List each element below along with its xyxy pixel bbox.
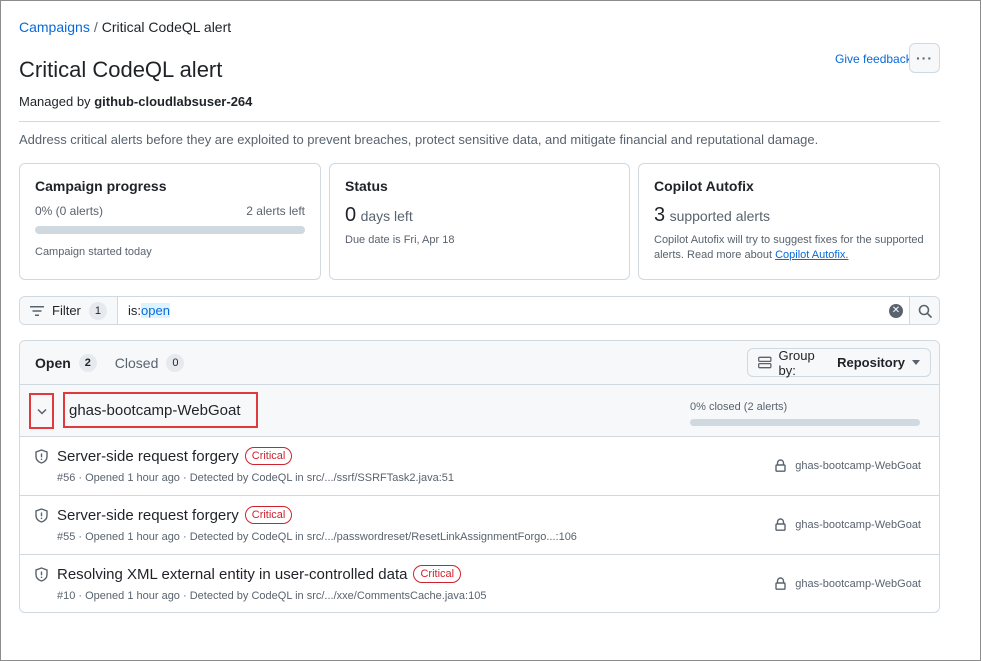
alert-row[interactable]: Server-side request forgery Critical #56… xyxy=(20,437,939,496)
autofix-count-value: 3 xyxy=(654,204,666,226)
alert-repository-name: ghas-bootcamp-WebGoat xyxy=(795,518,921,531)
tab-closed-label: Closed xyxy=(114,354,159,371)
alert-meta: #10 · Opened 1 hour ago · Detected by Co… xyxy=(57,590,487,602)
query-key: is: xyxy=(128,303,141,318)
search-icon xyxy=(918,304,932,318)
campaign-progress-card: Campaign progress 0% (0 alerts) 2 alerts… xyxy=(19,163,321,280)
alert-title-link[interactable]: Server-side request forgery xyxy=(57,507,239,524)
group-rows-icon xyxy=(758,356,772,369)
search-button[interactable] xyxy=(909,297,939,324)
campaign-description: Address critical alerts before they are … xyxy=(19,132,819,147)
tab-open[interactable]: Open 2 xyxy=(35,353,97,372)
breadcrumb-campaigns-link[interactable]: Campaigns xyxy=(19,19,90,35)
breadcrumb-current: Critical CodeQL alert xyxy=(101,19,232,35)
alert-title-line: Server-side request forgery Critical xyxy=(57,506,293,524)
group-by-label: Group by: xyxy=(778,347,815,378)
collapse-group-button[interactable] xyxy=(29,393,54,429)
lock-icon xyxy=(775,518,786,531)
filter-bar: Filter 1 is: open ✕ xyxy=(19,296,940,325)
campaign-progress-bar xyxy=(35,226,305,234)
header-divider xyxy=(19,121,940,122)
severity-badge: Critical xyxy=(413,565,462,583)
copilot-autofix-card: Copilot Autofix 3 supported alerts Copil… xyxy=(638,163,940,280)
kebab-icon: ··· xyxy=(916,50,933,66)
status-card: Status 0 days left Due date is Fri, Apr … xyxy=(329,163,630,280)
status-days-value: 0 xyxy=(345,204,357,226)
group-progress-bar xyxy=(690,419,920,426)
alert-repository-name: ghas-bootcamp-WebGoat xyxy=(795,577,921,590)
breadcrumb: Campaigns / Critical CodeQL alert xyxy=(19,19,231,35)
alert-repository: ghas-bootcamp-WebGoat xyxy=(775,518,921,531)
alert-meta: #55 · Opened 1 hour ago · Detected by Co… xyxy=(57,531,577,543)
severity-badge: Critical xyxy=(244,447,293,465)
managed-by-user: github-cloudlabsuser-264 xyxy=(94,94,253,109)
filter-icon xyxy=(30,305,44,316)
alert-row[interactable]: Server-side request forgery Critical #55… xyxy=(20,496,939,555)
tab-closed[interactable]: Closed 0 xyxy=(114,353,185,372)
filter-count-badge: 1 xyxy=(88,301,107,320)
alert-title-link[interactable]: Server-side request forgery xyxy=(57,448,239,465)
campaign-progress-row: 0% (0 alerts) 2 alerts left xyxy=(35,204,305,218)
alert-repository: ghas-bootcamp-WebGoat xyxy=(775,577,921,590)
page-title: Critical CodeQL alert xyxy=(19,57,223,82)
autofix-note: Copilot Autofix will try to suggest fixe… xyxy=(654,233,924,263)
alert-row[interactable]: Resolving XML external entity in user-co… xyxy=(20,555,939,612)
give-feedback-link[interactable]: Give feedback xyxy=(835,52,912,66)
tab-open-count: 2 xyxy=(78,353,97,372)
tab-closed-count: 0 xyxy=(166,353,185,372)
autofix-value-line: 3 supported alerts xyxy=(654,204,924,227)
campaign-progress-title: Campaign progress xyxy=(35,178,167,194)
status-title: Status xyxy=(345,178,388,194)
filter-label: Filter xyxy=(52,303,81,318)
alert-title-line: Server-side request forgery Critical xyxy=(57,447,293,465)
tab-open-label: Open xyxy=(35,354,71,371)
alerts-header: Open 2 Closed 0 Group by: Repository xyxy=(20,341,939,385)
group-by-select[interactable]: Group by: Repository xyxy=(747,347,931,378)
query-value: open xyxy=(141,303,170,318)
status-days-unit: days left xyxy=(360,208,413,224)
group-by-value: Repository xyxy=(837,355,905,370)
status-due-date: Due date is Fri, Apr 18 xyxy=(345,234,455,246)
autofix-count-unit: supported alerts xyxy=(669,208,770,224)
autofix-docs-link[interactable]: Copilot Autofix. xyxy=(775,249,848,261)
status-value-line: 0 days left xyxy=(345,204,614,227)
chevron-down-icon xyxy=(36,408,47,415)
alerts-panel: Open 2 Closed 0 Group by: Repository gha… xyxy=(19,340,940,613)
filter-button[interactable]: Filter 1 xyxy=(20,297,118,324)
autofix-title: Copilot Autofix xyxy=(654,178,754,194)
repository-group-row: ghas-bootcamp-WebGoat 0% closed (2 alert… xyxy=(20,385,939,437)
clear-filter-icon[interactable]: ✕ xyxy=(889,303,903,318)
managed-by: Managed by github-cloudlabsuser-264 xyxy=(19,94,252,109)
dropdown-caret-icon xyxy=(912,360,920,365)
campaign-started-note: Campaign started today xyxy=(35,246,152,258)
alert-title-line: Resolving XML external entity in user-co… xyxy=(57,565,462,583)
campaign-alerts-left: 2 alerts left xyxy=(246,204,305,218)
lock-icon xyxy=(775,577,786,590)
alert-meta: #56 · Opened 1 hour ago · Detected by Co… xyxy=(57,472,455,484)
lock-icon xyxy=(775,459,786,472)
alert-repository-name: ghas-bootcamp-WebGoat xyxy=(795,459,921,472)
severity-badge: Critical xyxy=(244,506,293,524)
breadcrumb-separator: / xyxy=(93,19,98,35)
alert-title-link[interactable]: Resolving XML external entity in user-co… xyxy=(57,566,407,583)
shield-icon xyxy=(35,449,48,464)
campaign-progress-percent: 0% (0 alerts) xyxy=(35,204,104,218)
shield-icon xyxy=(35,508,48,523)
alert-repository: ghas-bootcamp-WebGoat xyxy=(775,459,921,472)
more-options-button[interactable]: ··· xyxy=(909,43,940,73)
group-closed-stat: 0% closed (2 alerts) xyxy=(690,401,788,413)
managed-by-label: Managed by xyxy=(19,94,91,109)
shield-icon xyxy=(35,567,48,582)
group-repository-name[interactable]: ghas-bootcamp-WebGoat xyxy=(63,392,258,428)
filter-query-input[interactable]: is: open xyxy=(118,297,889,324)
